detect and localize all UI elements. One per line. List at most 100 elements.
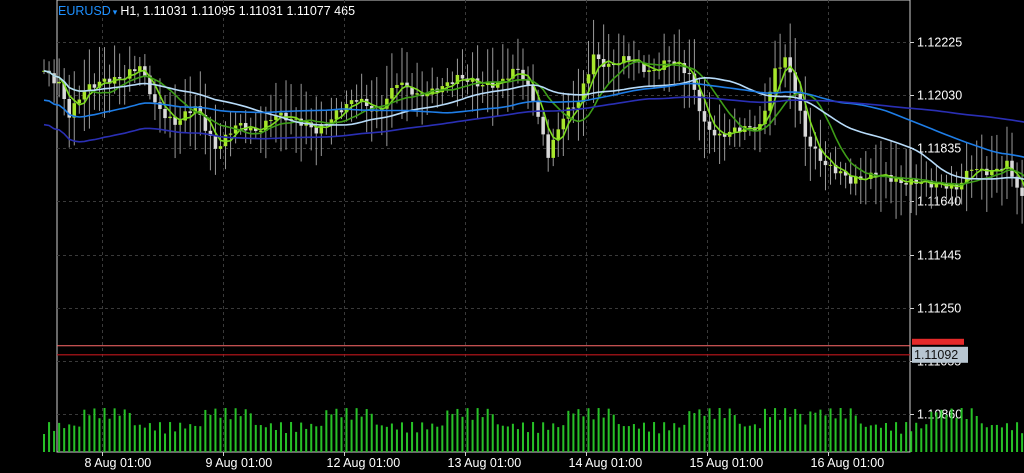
candle-body	[269, 119, 273, 121]
candle-body	[828, 164, 833, 166]
volume-bar	[617, 424, 620, 452]
volume-bar	[572, 413, 575, 452]
volume-bar	[305, 428, 308, 452]
volume-bar	[864, 426, 867, 452]
volume-bar	[980, 423, 983, 452]
candle-body	[707, 121, 712, 130]
candle-body	[349, 100, 354, 105]
volume-bar	[859, 423, 862, 452]
candle-body	[92, 84, 97, 88]
candle-body	[904, 183, 908, 185]
volume-bar	[602, 417, 605, 452]
volume-bar	[340, 417, 343, 452]
candle-body	[188, 111, 192, 114]
volume-bar	[819, 409, 822, 452]
volume-bar	[229, 419, 232, 452]
x-tick-label: 13 Aug 01:00	[448, 456, 522, 470]
volume-bar	[683, 424, 686, 452]
candle-body	[243, 123, 248, 131]
volume-bar	[668, 430, 671, 452]
volume-bar	[779, 419, 782, 452]
volume-bar	[653, 422, 656, 452]
moving-average-line	[43, 96, 1024, 143]
volume-bar	[663, 422, 666, 452]
candle-body	[974, 169, 979, 171]
volume-bar	[254, 424, 257, 452]
volume-bar	[108, 418, 111, 452]
volume-bar	[98, 418, 101, 452]
volume-bar	[527, 432, 530, 452]
volume-bar	[300, 422, 303, 452]
candle-body	[57, 81, 61, 84]
candle-body	[248, 127, 253, 131]
candle-body	[995, 168, 999, 171]
volume-bar	[345, 408, 348, 452]
volume-bar	[360, 416, 363, 452]
volume-bar	[476, 408, 479, 452]
volume-bar	[728, 408, 731, 452]
volume-bar	[290, 422, 293, 452]
volume-bar	[521, 422, 524, 452]
volume-bar	[481, 417, 484, 452]
candle-body	[969, 169, 974, 171]
candle-body	[339, 110, 344, 113]
volume-bar	[582, 416, 585, 452]
candle-body	[102, 78, 107, 82]
volume-bar	[597, 408, 600, 452]
volume-bar	[743, 426, 746, 452]
volume-bar	[1016, 422, 1019, 452]
candle-body	[627, 56, 631, 61]
volume-bar	[511, 423, 514, 452]
candle-body	[652, 69, 656, 71]
volume-bar	[562, 425, 565, 452]
candle-body	[551, 139, 555, 158]
candle-body	[163, 108, 167, 119]
volume-bar	[774, 408, 777, 452]
y-tick-label: 1.12225	[917, 36, 962, 50]
x-tick-label: 16 Aug 01:00	[811, 456, 885, 470]
candle-body	[133, 69, 137, 72]
volume-bar	[113, 408, 116, 452]
volume-bar	[789, 416, 792, 452]
volume-bar	[1005, 423, 1008, 452]
volume-bar	[632, 424, 635, 452]
volume-bar	[219, 417, 222, 452]
volume-bar	[708, 408, 711, 452]
volume-bar	[688, 411, 691, 452]
volume-bar	[748, 425, 751, 452]
volume-bar	[658, 433, 661, 452]
candle-body	[748, 126, 752, 128]
volume-bar	[451, 413, 454, 452]
price-tag-label: 1.11092	[914, 348, 958, 362]
volume-bar	[809, 411, 812, 452]
candle-body	[687, 73, 692, 75]
volume-bar	[844, 418, 847, 452]
volume-bar	[421, 422, 424, 452]
candle-body	[838, 171, 843, 174]
candle-body	[596, 54, 601, 60]
volume-bar	[83, 409, 86, 452]
candle-body	[798, 93, 803, 111]
ask-tag	[912, 338, 964, 345]
volume-bar	[400, 422, 403, 452]
candle-body	[546, 134, 550, 158]
moving-average-line	[43, 59, 1024, 188]
volume-bar	[1000, 427, 1003, 452]
volume-bar	[915, 422, 918, 452]
volume-bar	[199, 426, 202, 452]
volume-bar	[184, 428, 187, 452]
volume-bar	[214, 408, 217, 452]
candle-body	[516, 68, 520, 70]
volume-bar	[879, 427, 882, 452]
volume-bar	[1011, 430, 1014, 452]
candle-body	[390, 87, 394, 99]
volume-bar	[935, 412, 938, 452]
volume-bar	[179, 422, 182, 452]
candle-body	[732, 127, 737, 132]
candle-body	[168, 116, 172, 119]
volume-bar	[375, 424, 378, 452]
volume-bar	[592, 419, 595, 452]
volume-bar	[723, 418, 726, 452]
volume-bar	[567, 410, 570, 452]
price-chart[interactable]: 1.12225 1.12030 1.11835 1.11640 1.11445 1.112…	[0, 0, 1024, 473]
